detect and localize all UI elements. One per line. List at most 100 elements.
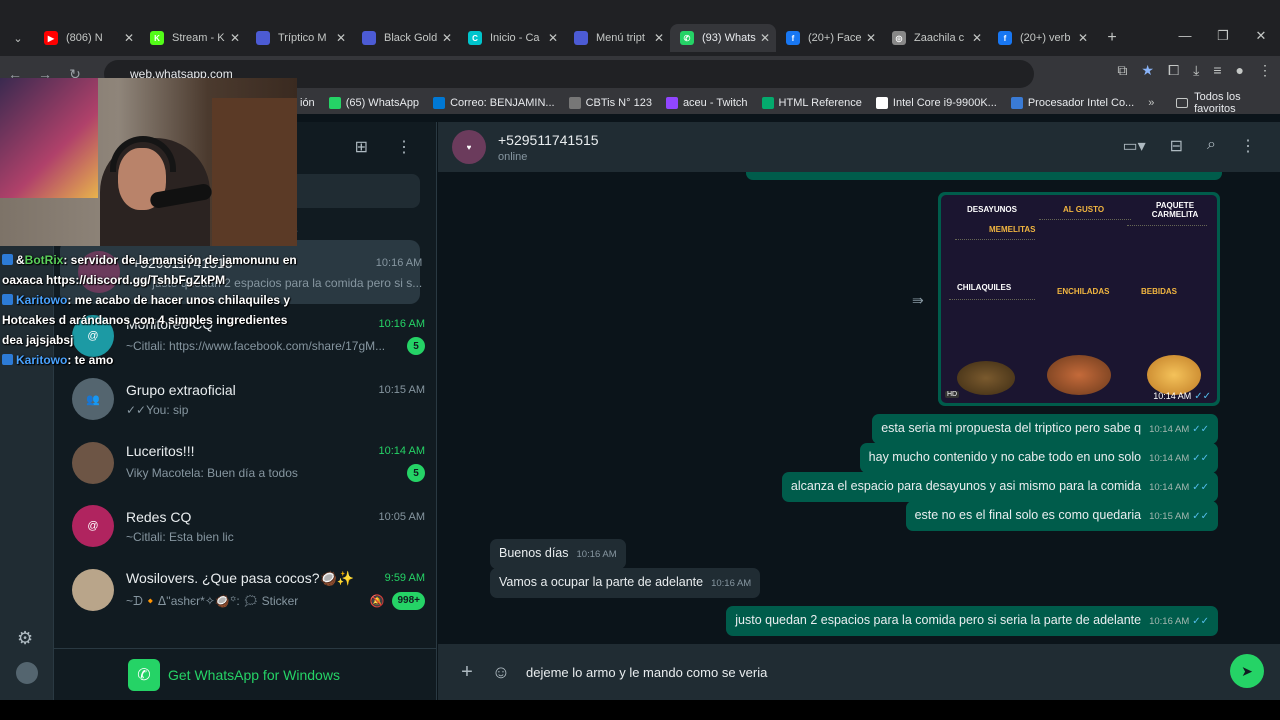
tab-close-icon[interactable]: ✕ <box>866 31 876 45</box>
unread-badge: 5 <box>407 464 425 482</box>
outgoing-message[interactable]: este no es el final solo es como quedari… <box>905 501 1218 531</box>
incoming-message[interactable]: Vamos a ocupar la parte de adelante 10:16… <box>490 568 761 598</box>
tab-close-icon[interactable]: ✕ <box>654 31 664 45</box>
browser-tab[interactable]: Tríptico M ✕ <box>246 24 352 52</box>
get-whatsapp-banner[interactable]: ✆ Get WhatsApp for Windows <box>54 648 437 700</box>
sidebar-menu-icon[interactable]: ⋮ <box>396 137 412 157</box>
tab-favicon-icon <box>574 31 588 45</box>
previous-message-edge <box>746 172 1222 180</box>
contact-avatar[interactable]: ♥ <box>452 130 486 164</box>
browser-tab[interactable]: ◎ Zaachila c ✕ <box>882 24 988 52</box>
profile-icon[interactable]: ● <box>1236 62 1244 79</box>
menu-lines-2 <box>1039 219 1131 281</box>
new-chat-icon[interactable]: ⊞ <box>355 137 368 157</box>
restore-icon[interactable]: ❐ <box>1204 22 1242 50</box>
chat-list-item[interactable]: Luceritos!!! 10:14 AM Viky Macotela: Bue… <box>54 431 437 495</box>
tab-close-icon[interactable]: ✕ <box>972 31 982 45</box>
chat-time: 10:14 AM <box>378 445 425 457</box>
close-window-icon[interactable]: ✕ <box>1242 22 1280 50</box>
muted-icon: 🔕 <box>369 593 385 608</box>
whatsapp-logo-icon: ✆ <box>128 658 160 691</box>
tab-close-icon[interactable]: ✕ <box>760 31 770 45</box>
tab-title: Inicio - Ca <box>490 32 540 44</box>
tab-close-icon[interactable]: ✕ <box>124 31 134 45</box>
chat-list-item[interactable]: @ Redes CQ 10:05 AM ~Citlali: Esta bien … <box>54 494 437 558</box>
tab-close-icon[interactable]: ✕ <box>230 31 240 45</box>
message-time: 10:16 AM <box>1149 616 1190 627</box>
window-controls: — ❐ ✕ <box>1166 22 1280 50</box>
browser-tab[interactable]: ▶ (806) N ✕ <box>34 24 140 52</box>
conversation-header[interactable]: ♥ +529511741515 online ▭▾ ⊟ ⌕ ⋮ <box>438 122 1280 172</box>
read-receipt-icon: ✓✓ <box>1192 424 1209 435</box>
outgoing-message[interactable]: justo quedan 2 espacios para la comida p… <box>726 606 1218 636</box>
bookmark-item[interactable]: CBTis N° 123 <box>568 97 652 109</box>
menu-lines-4 <box>949 299 1035 359</box>
send-icon[interactable]: ➤ <box>1230 654 1264 688</box>
bookmark-favicon-icon <box>665 97 678 109</box>
bookmark-favicon-icon <box>433 97 446 109</box>
bookmark-label: Intel Core i9-9900K... <box>892 97 997 109</box>
message-input[interactable]: dejeme lo armo y le mando como se veria <box>526 665 1216 680</box>
tab-favicon-icon: K <box>150 31 164 45</box>
chat-time: 10:16 AM <box>378 318 425 330</box>
browser-tab[interactable]: C Inicio - Ca ✕ <box>458 24 564 52</box>
outgoing-message[interactable]: alcanza el espacio para desayunos y asi … <box>781 472 1218 502</box>
chat-name: Wosilovers. ¿Que pasa cocos?🥥✨ <box>126 569 355 586</box>
media-icon[interactable]: ≡ <box>1213 62 1221 79</box>
browser-tab[interactable]: ✆ (93) Whats ✕ <box>670 24 776 52</box>
chat-list-item[interactable]: 👥 Grupo extraoficial 10:15 AM ✓✓You: sip <box>54 367 437 431</box>
downloads-icon[interactable]: ⤓ <box>1193 62 1199 79</box>
bookmark-item[interactable]: HTML Reference <box>761 97 862 109</box>
composer: + ☺ dejeme lo armo y le mando como se ve… <box>438 644 1280 700</box>
install-app-icon[interactable]: ⧉ <box>1117 62 1127 79</box>
bookmark-item[interactable]: Procesador Intel Co... <box>1010 97 1134 109</box>
tab-close-icon[interactable]: ✕ <box>548 31 558 45</box>
emoji-icon[interactable]: ☺ <box>486 662 516 683</box>
chat-last-message: ~ᗪ🔸ᐃ''ashєr*✧🥥꙳: 🗯 Sticker <box>126 594 299 608</box>
browser-tab[interactable]: f (20+) Face ✕ <box>776 24 882 52</box>
unread-badge: 5 <box>407 337 425 355</box>
forward-icon[interactable]: ⇛ <box>912 292 924 309</box>
video-call-icon[interactable]: ▭▾ <box>1122 136 1145 156</box>
extensions-icon[interactable]: ⧠ <box>1168 62 1179 79</box>
browser-tab[interactable]: Black Gold ✕ <box>352 24 458 52</box>
chat-last-message: ✓✓You: sip <box>126 402 189 417</box>
tab-favicon-icon: C <box>468 31 482 45</box>
tab-favicon-icon: ▶ <box>44 31 58 45</box>
tabs-row: ⌄ ▶ (806) N ✕ K Stream - K ✕ Tríptico M ✕ Black … <box>0 22 1280 54</box>
browser-tab[interactable]: K Stream - K ✕ <box>140 24 246 52</box>
settings-icon[interactable]: ⚙ <box>17 628 33 649</box>
attach-icon[interactable]: + <box>452 661 482 684</box>
browser-tab[interactable]: Menú tript ✕ <box>564 24 670 52</box>
outgoing-message[interactable]: esta seria mi propuesta del triptico per… <box>872 414 1218 444</box>
archive-icon[interactable]: ⊟ <box>1170 136 1183 156</box>
chat-menu-icon[interactable]: ⋮ <box>1240 136 1256 156</box>
outgoing-message[interactable]: hay mucho contenido y no cabe todo en un… <box>859 443 1218 473</box>
bookmark-item[interactable]: ión <box>300 97 315 109</box>
message-time: 10:14 AM <box>1149 424 1190 435</box>
bookmarks-more-icon[interactable]: » <box>1148 97 1154 109</box>
bookmark-item[interactable]: (65) WhatsApp <box>328 97 419 109</box>
bookmark-item[interactable]: aceu - Twitch <box>665 97 748 109</box>
search-chat-icon[interactable]: ⌕ <box>1207 136 1216 156</box>
chat-list-item[interactable]: Wosilovers. ¿Que pasa cocos?🥥✨ 9:59 AM ~… <box>54 558 437 622</box>
bookmark-item[interactable]: Intel Core i9-9900K... <box>875 97 997 109</box>
tab-close-icon[interactable]: ✕ <box>442 31 452 45</box>
tab-close-icon[interactable]: ✕ <box>336 31 346 45</box>
tab-close-icon[interactable]: ✕ <box>1078 31 1088 45</box>
dish-photo-chilaquiles <box>957 361 1015 395</box>
incoming-message[interactable]: Buenos días 10:16 AM <box>490 539 626 569</box>
browser-tab[interactable]: f (20+) verb ✕ <box>988 24 1094 52</box>
toolbar-icons: ⧉ ★ ⧠ ⤓ ≡ ● ⋮ <box>1117 62 1272 79</box>
minimize-icon[interactable]: — <box>1166 22 1204 50</box>
browser-tab-bar: ⌄ ▶ (806) N ✕ K Stream - K ✕ Tríptico M ✕ Black … <box>0 0 1280 56</box>
bookmark-item[interactable]: Correo: BENJAMIN... <box>433 97 555 109</box>
image-message[interactable]: DESAYUNOS AL GUSTO PAQUETE CARMELITA MEM… <box>938 192 1220 406</box>
menu-image[interactable]: DESAYUNOS AL GUSTO PAQUETE CARMELITA MEM… <box>941 195 1217 403</box>
profile-avatar[interactable] <box>16 662 38 684</box>
new-tab-icon[interactable]: + <box>1100 29 1124 47</box>
bookmark-star-icon[interactable]: ★ <box>1141 62 1154 79</box>
all-favorites[interactable]: Todos los favoritos <box>1176 91 1268 115</box>
tab-search-icon[interactable]: ⌄ <box>6 26 30 50</box>
browser-menu-icon[interactable]: ⋮ <box>1258 62 1272 79</box>
